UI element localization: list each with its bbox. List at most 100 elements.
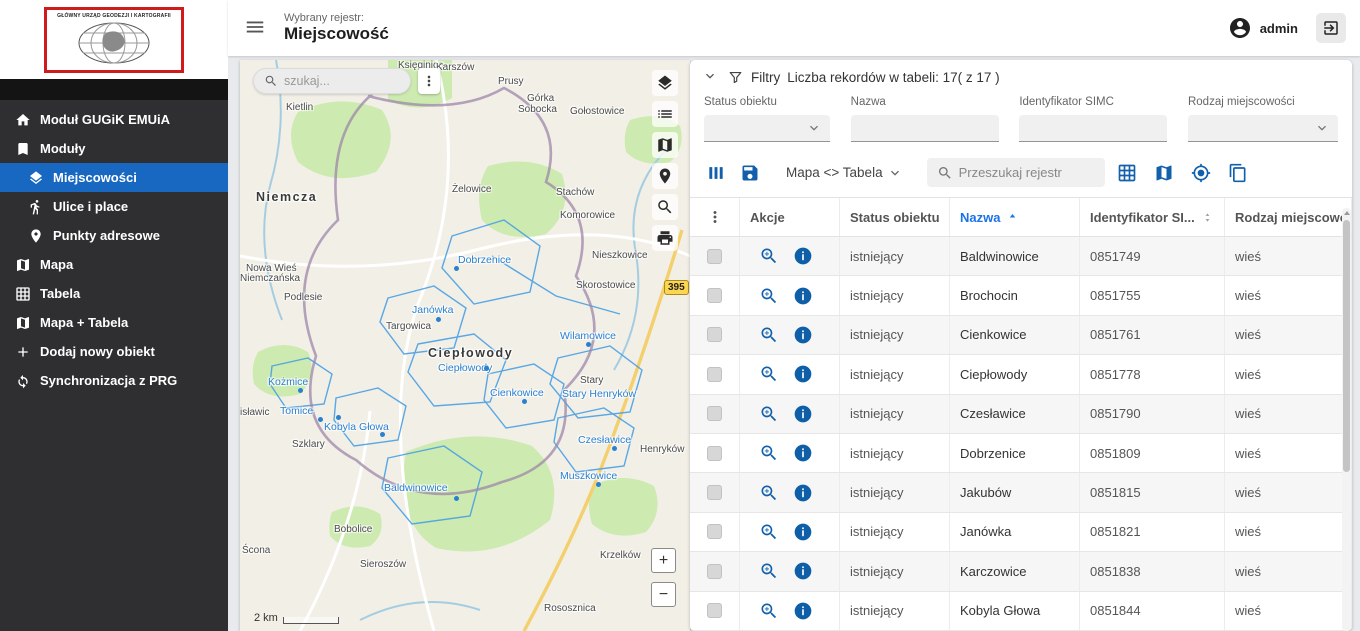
content: Księginice Karszów Prusy Kietlin Górka Sobock… xyxy=(228,56,1360,631)
cell-status: istniejący xyxy=(840,473,950,512)
layers-icon xyxy=(28,170,44,186)
zoom-to-feature-button[interactable] xyxy=(758,285,780,307)
view-mode-select[interactable]: Mapa <> Tabela xyxy=(786,165,903,181)
map-more-button[interactable] xyxy=(418,68,440,94)
sidebar-item-ulice-i-place[interactable]: Ulice i place xyxy=(0,192,228,221)
table-row[interactable]: istniejący Karczowice 0851838 wieś xyxy=(690,552,1352,592)
filter-input-nazwa[interactable] xyxy=(850,115,999,142)
sidebar-item-tabela[interactable]: Tabela xyxy=(0,279,228,308)
zoom-to-feature-button[interactable] xyxy=(758,521,780,543)
sidebar-item-label: Tabela xyxy=(40,286,81,301)
filter-select-rodzaj-miejscowości[interactable] xyxy=(1187,115,1338,142)
sidebar-item-mapa-tabela[interactable]: Mapa + Tabela xyxy=(0,308,228,337)
register-search-input[interactable]: Przeszukaj rejestr xyxy=(926,158,1105,187)
row-checkbox[interactable] xyxy=(707,327,722,343)
table-row[interactable]: istniejący Dobrzenice 0851809 wieś xyxy=(690,433,1352,474)
map-tool-printer-button[interactable] xyxy=(652,225,678,251)
feature-info-button[interactable] xyxy=(792,324,814,346)
logout-button[interactable] xyxy=(1316,13,1346,43)
table-row[interactable]: istniejący Jakubów 0851815 wieś xyxy=(690,473,1352,513)
table-menu-button[interactable] xyxy=(690,198,740,236)
row-checkbox[interactable] xyxy=(707,524,722,540)
feature-info-button[interactable] xyxy=(792,521,814,543)
zoom-in-button[interactable]: + xyxy=(651,548,676,573)
column-header-nazwa[interactable]: Nazwa xyxy=(950,198,1080,236)
sidebar-item-moduły[interactable]: Moduły xyxy=(0,134,228,163)
choose-columns-button[interactable] xyxy=(704,161,728,185)
zoom-to-feature-button[interactable] xyxy=(758,363,780,385)
cell-type: wieś xyxy=(1225,433,1352,473)
cell-status: istniejący xyxy=(840,237,950,276)
feature-info-button[interactable] xyxy=(792,560,814,582)
map-tool-map-button[interactable] xyxy=(652,132,678,158)
map-search-input[interactable]: szukaj... xyxy=(253,68,411,94)
row-checkbox[interactable] xyxy=(707,485,722,501)
table-row[interactable]: istniejący Cienkowice 0851761 wieś xyxy=(690,315,1352,356)
table-scrollbar[interactable] xyxy=(1342,208,1351,631)
table-row[interactable]: istniejący Brochocin 0851755 wieś xyxy=(690,276,1352,316)
zoom-out-button[interactable]: − xyxy=(651,582,676,607)
column-header-status-obiektu[interactable]: Status obiektu xyxy=(840,198,950,236)
scrollbar-thumb[interactable] xyxy=(1343,220,1350,472)
column-header-identyfikator-si[interactable]: Identyfikator SI... xyxy=(1080,198,1225,236)
sync-icon xyxy=(15,373,31,389)
sidebar-item-miejscowości[interactable]: Miejscowości xyxy=(0,163,228,192)
menu-toggle-button[interactable] xyxy=(242,15,268,41)
zoom-to-feature-button[interactable] xyxy=(758,245,780,267)
feature-info-button[interactable] xyxy=(792,600,814,622)
duplicate-button[interactable] xyxy=(1226,161,1250,185)
feature-info-button[interactable] xyxy=(792,285,814,307)
row-checkbox[interactable] xyxy=(707,563,722,579)
save-button[interactable] xyxy=(738,161,762,185)
sidebar-item-mapa[interactable]: Mapa xyxy=(0,250,228,279)
sidebar-item-dodaj-nowy-obiekt[interactable]: Dodaj nowy obiekt xyxy=(0,337,228,366)
zoom-to-feature-button[interactable] xyxy=(758,324,780,346)
collapse-filters-button[interactable] xyxy=(702,68,720,86)
cell-name: Ciepłowody xyxy=(950,355,1080,394)
zoom-to-feature-button[interactable] xyxy=(758,442,780,464)
zoom-to-feature-button[interactable] xyxy=(758,600,780,622)
feature-info-button[interactable] xyxy=(792,403,814,425)
table-row[interactable]: istniejący Ciepłowody 0851778 wieś xyxy=(690,355,1352,395)
table-row[interactable]: istniejący Baldwinowice 0851749 wieś xyxy=(690,237,1352,277)
map-tool-layers-button[interactable] xyxy=(652,70,678,96)
map-tool-list-button[interactable] xyxy=(652,101,678,127)
sidebar-item-moduł-gugik-emuia[interactable]: Moduł GUGiK EMUiA xyxy=(0,105,228,134)
feature-info-button[interactable] xyxy=(792,442,814,464)
row-checkbox[interactable] xyxy=(707,406,722,422)
filter-select-status-obiektu[interactable] xyxy=(704,115,830,142)
zoom-to-feature-button[interactable] xyxy=(758,560,780,582)
filter-label: Rodzaj miejscowości xyxy=(1187,96,1295,108)
row-checkbox[interactable] xyxy=(707,366,722,382)
row-checkbox[interactable] xyxy=(707,288,722,304)
locate-button[interactable] xyxy=(1189,161,1213,185)
road-number-badge: 395 xyxy=(664,280,689,295)
column-header-rodzaj-miejscowoś[interactable]: Rodzaj miejscowoś xyxy=(1225,198,1352,236)
filter-input-identyfikator-simc[interactable] xyxy=(1019,115,1168,142)
sidebar-item-punkty-adresowe[interactable]: Punkty adresowe xyxy=(0,221,228,250)
cell-status: istniejący xyxy=(840,355,950,394)
row-checkbox[interactable] xyxy=(707,445,722,461)
feature-info-button[interactable] xyxy=(792,245,814,267)
cell-simc: 0851778 xyxy=(1080,355,1225,394)
sidebar: GŁÓWNY URZĄD GEODEZJI I KARTOGRAFII Modu… xyxy=(0,0,228,631)
map-tool-pin-button[interactable] xyxy=(652,163,678,189)
map-tool-search-button[interactable] xyxy=(652,194,678,220)
column-header-akcje[interactable]: Akcje xyxy=(740,198,840,236)
map-panel[interactable]: Księginice Karszów Prusy Kietlin Górka Sobock… xyxy=(240,60,690,631)
home-icon xyxy=(15,112,31,128)
row-checkbox[interactable] xyxy=(707,603,722,619)
map-view-button[interactable] xyxy=(1152,161,1176,185)
zoom-to-feature-button[interactable] xyxy=(758,482,780,504)
feature-info-button[interactable] xyxy=(792,482,814,504)
feature-info-button[interactable] xyxy=(792,363,814,385)
zoom-to-feature-button[interactable] xyxy=(758,403,780,425)
row-checkbox[interactable] xyxy=(707,248,722,264)
cell-type: wieś xyxy=(1225,355,1352,394)
table-row[interactable]: istniejący Czesławice 0851790 wieś xyxy=(690,394,1352,434)
table-view-button[interactable] xyxy=(1115,161,1139,185)
map-tools xyxy=(652,70,678,251)
table-row[interactable]: istniejący Janówka 0851821 wieś xyxy=(690,512,1352,553)
sidebar-item-synchronizacja-z-prg[interactable]: Synchronizacja z PRG xyxy=(0,366,228,395)
table-row[interactable]: istniejący Kobyla Głowa 0851844 wieś xyxy=(690,591,1352,631)
